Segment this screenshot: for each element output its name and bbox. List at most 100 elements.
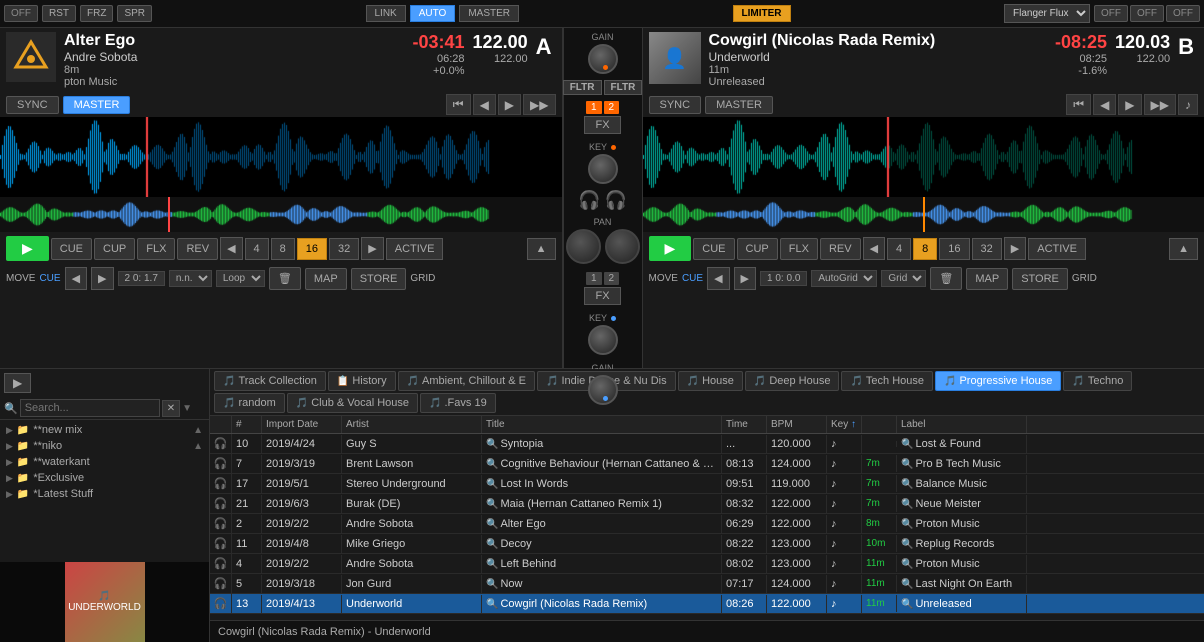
deck-a-delete[interactable]: 🗑 [269, 267, 301, 290]
th-title[interactable]: Title [482, 416, 722, 433]
deck-b-loop-16[interactable]: 16 [939, 238, 969, 260]
deck-b-sync[interactable]: SYNC [649, 96, 702, 114]
deck-a-rev[interactable]: REV [177, 238, 218, 260]
tab-favs[interactable]: 🎵 .Favs 19 [420, 393, 496, 413]
deck-a-loop-32[interactable]: 32 [329, 238, 359, 260]
tab-track-collection[interactable]: 🎵 Track Collection [214, 371, 326, 391]
deck-b-prev[interactable]: ◀ [1093, 94, 1116, 115]
deck-b-expand[interactable]: ▲ [1169, 238, 1198, 260]
deck-a-flx[interactable]: FLX [137, 238, 175, 260]
key-b-knob[interactable] [588, 325, 618, 355]
tab-club-vocal[interactable]: 🎵 Club & Vocal House [287, 393, 418, 413]
th-time[interactable]: Time [722, 416, 767, 433]
deck-b-waveform-main[interactable] [643, 117, 1204, 197]
deck-b-loop-32[interactable]: 32 [972, 238, 1002, 260]
tab-history[interactable]: 📋 History [328, 371, 396, 391]
deck-b-note[interactable]: ♪ [1178, 94, 1198, 115]
deck-a-cup[interactable]: CUP [94, 238, 135, 260]
deck-a-next2[interactable]: ▶ [91, 267, 113, 290]
th-artist[interactable]: Artist [342, 416, 482, 433]
search-input[interactable] [20, 399, 160, 417]
deck-a-next[interactable]: ▶▶ [523, 94, 555, 115]
deck-b-cup[interactable]: CUP [737, 238, 778, 260]
deck-b-skip-start[interactable]: ⏮ [1066, 94, 1091, 115]
deck-b-next[interactable]: ▶▶ [1144, 94, 1176, 115]
sidebar-play[interactable]: ▶ [4, 373, 31, 393]
deck-a-play[interactable]: ▶ [6, 236, 49, 261]
deck-b-loop-prev[interactable]: ◀ [863, 237, 885, 260]
deck-b-play-pause[interactable]: ▶ [1118, 94, 1141, 115]
rst-button[interactable]: RST [42, 5, 76, 22]
fx-b-2[interactable]: 2 [604, 272, 620, 285]
deck-a-prev[interactable]: ◀ [473, 94, 496, 115]
th-date[interactable]: Import Date [262, 416, 342, 433]
th-bpm[interactable]: BPM [767, 416, 827, 433]
gain-b-knob[interactable] [588, 375, 618, 405]
filter-a-btn[interactable]: FLTR [563, 80, 602, 95]
tab-house[interactable]: 🎵 House [678, 371, 743, 391]
deck-b-delete[interactable]: 🗑 [930, 267, 962, 290]
headphone-b-icon[interactable]: 🎧 [605, 190, 627, 211]
deck-a-loop-4[interactable]: 4 [245, 238, 269, 260]
fx-a-btn[interactable]: FX [584, 116, 620, 134]
sidebar-item-waterkant[interactable]: ▶ 📁 **waterkant [2, 454, 207, 470]
fx-a-2[interactable]: 2 [604, 101, 620, 114]
table-row[interactable]: 🎧 5 2019/3/18 Jon Gurd 🔍Now 07:17 124.00… [210, 574, 1204, 594]
sidebar-item-niko[interactable]: ▶ 📁 **niko ▲ [2, 438, 207, 454]
deck-a-loop-prev[interactable]: ◀ [220, 237, 242, 260]
tab-deep-house[interactable]: 🎵 Deep House [745, 371, 840, 391]
deck-b-cue[interactable]: CUE [693, 238, 734, 260]
master-button[interactable]: MASTER [459, 5, 519, 22]
deck-b-loop-4[interactable]: 4 [887, 238, 911, 260]
th-num[interactable]: # [232, 416, 262, 433]
deck-b-waveform-mini[interactable] [643, 197, 1204, 232]
deck-b-prev2[interactable]: ◀ [707, 267, 729, 290]
deck-b-loop-8[interactable]: 8 [913, 238, 937, 260]
table-row[interactable]: 🎧 21 2019/6/3 Burak (DE) 🔍Maia (Hernan C… [210, 494, 1204, 514]
deck-a-loop-select[interactable]: n.n. [169, 270, 212, 287]
table-row[interactable]: 🎧 2 2019/2/2 Andre Sobota 🔍Alter Ego 06:… [210, 514, 1204, 534]
headphone-a-icon[interactable]: 🎧 [578, 190, 600, 211]
tab-random[interactable]: 🎵 random [214, 393, 285, 413]
fx-off-1[interactable]: OFF [1094, 5, 1128, 22]
pan-a-knob[interactable] [566, 229, 601, 264]
deck-a-cue[interactable]: CUE [51, 238, 92, 260]
fx-b-1[interactable]: 1 [586, 272, 602, 285]
table-row[interactable]: 🎧 11 2019/4/8 Mike Griego 🔍Decoy 08:22 1… [210, 534, 1204, 554]
deck-a-play-pause[interactable]: ▶ [498, 94, 521, 115]
deck-b-loop-next[interactable]: ▶ [1004, 237, 1026, 260]
deck-a-loop-16[interactable]: 16 [297, 238, 327, 260]
deck-b-map[interactable]: MAP [966, 268, 1008, 290]
deck-b-store[interactable]: STORE [1012, 268, 1068, 290]
deck-a-loop-type[interactable]: Loop [216, 270, 265, 287]
tab-ambient[interactable]: 🎵 Ambient, Chillout & E [398, 371, 535, 391]
tab-progressive-house[interactable]: 🎵 Progressive House [935, 371, 1061, 391]
table-row[interactable]: 🎧 7 2019/3/19 Brent Lawson 🔍Cognitive Be… [210, 454, 1204, 474]
search-clear[interactable]: ✕ [162, 400, 180, 417]
deck-a-expand[interactable]: ▲ [527, 238, 556, 260]
deck-b-rev[interactable]: REV [820, 238, 861, 260]
deck-a-map[interactable]: MAP [305, 268, 347, 290]
link-button[interactable]: LINK [366, 5, 406, 22]
key-a-knob[interactable] [588, 154, 618, 184]
th-key[interactable]: Key [827, 416, 862, 433]
fx-a-1[interactable]: 1 [586, 101, 602, 114]
table-row-selected[interactable]: 🎧 13 2019/4/13 Underworld 🔍Cowgirl (Nico… [210, 594, 1204, 614]
deck-b-next2[interactable]: ▶ [734, 267, 756, 290]
deck-b-loop-type[interactable]: Grid [881, 270, 926, 287]
sidebar-item-new-mix[interactable]: ▶ 📁 **new mix ▲ [2, 422, 207, 438]
flanger-select[interactable]: Flanger Flux [1004, 4, 1090, 23]
limiter-button[interactable]: LIMITER [733, 5, 791, 22]
deck-b-play[interactable]: ▶ [649, 236, 692, 261]
deck-a-loop-8[interactable]: 8 [271, 238, 295, 260]
fx-off-2[interactable]: OFF [1130, 5, 1164, 22]
gain-a-knob[interactable] [588, 44, 618, 74]
fx-b-btn[interactable]: FX [584, 287, 620, 305]
pan-b-knob[interactable] [605, 229, 640, 264]
tab-tech-house[interactable]: 🎵 Tech House [841, 371, 933, 391]
filter-b-btn[interactable]: FLTR [604, 80, 643, 95]
power-button[interactable]: OFF [4, 5, 38, 22]
th-label[interactable]: Label [897, 416, 1027, 433]
deck-a-waveform-mini[interactable] [0, 197, 562, 232]
deck-a-loop-next[interactable]: ▶ [361, 237, 383, 260]
